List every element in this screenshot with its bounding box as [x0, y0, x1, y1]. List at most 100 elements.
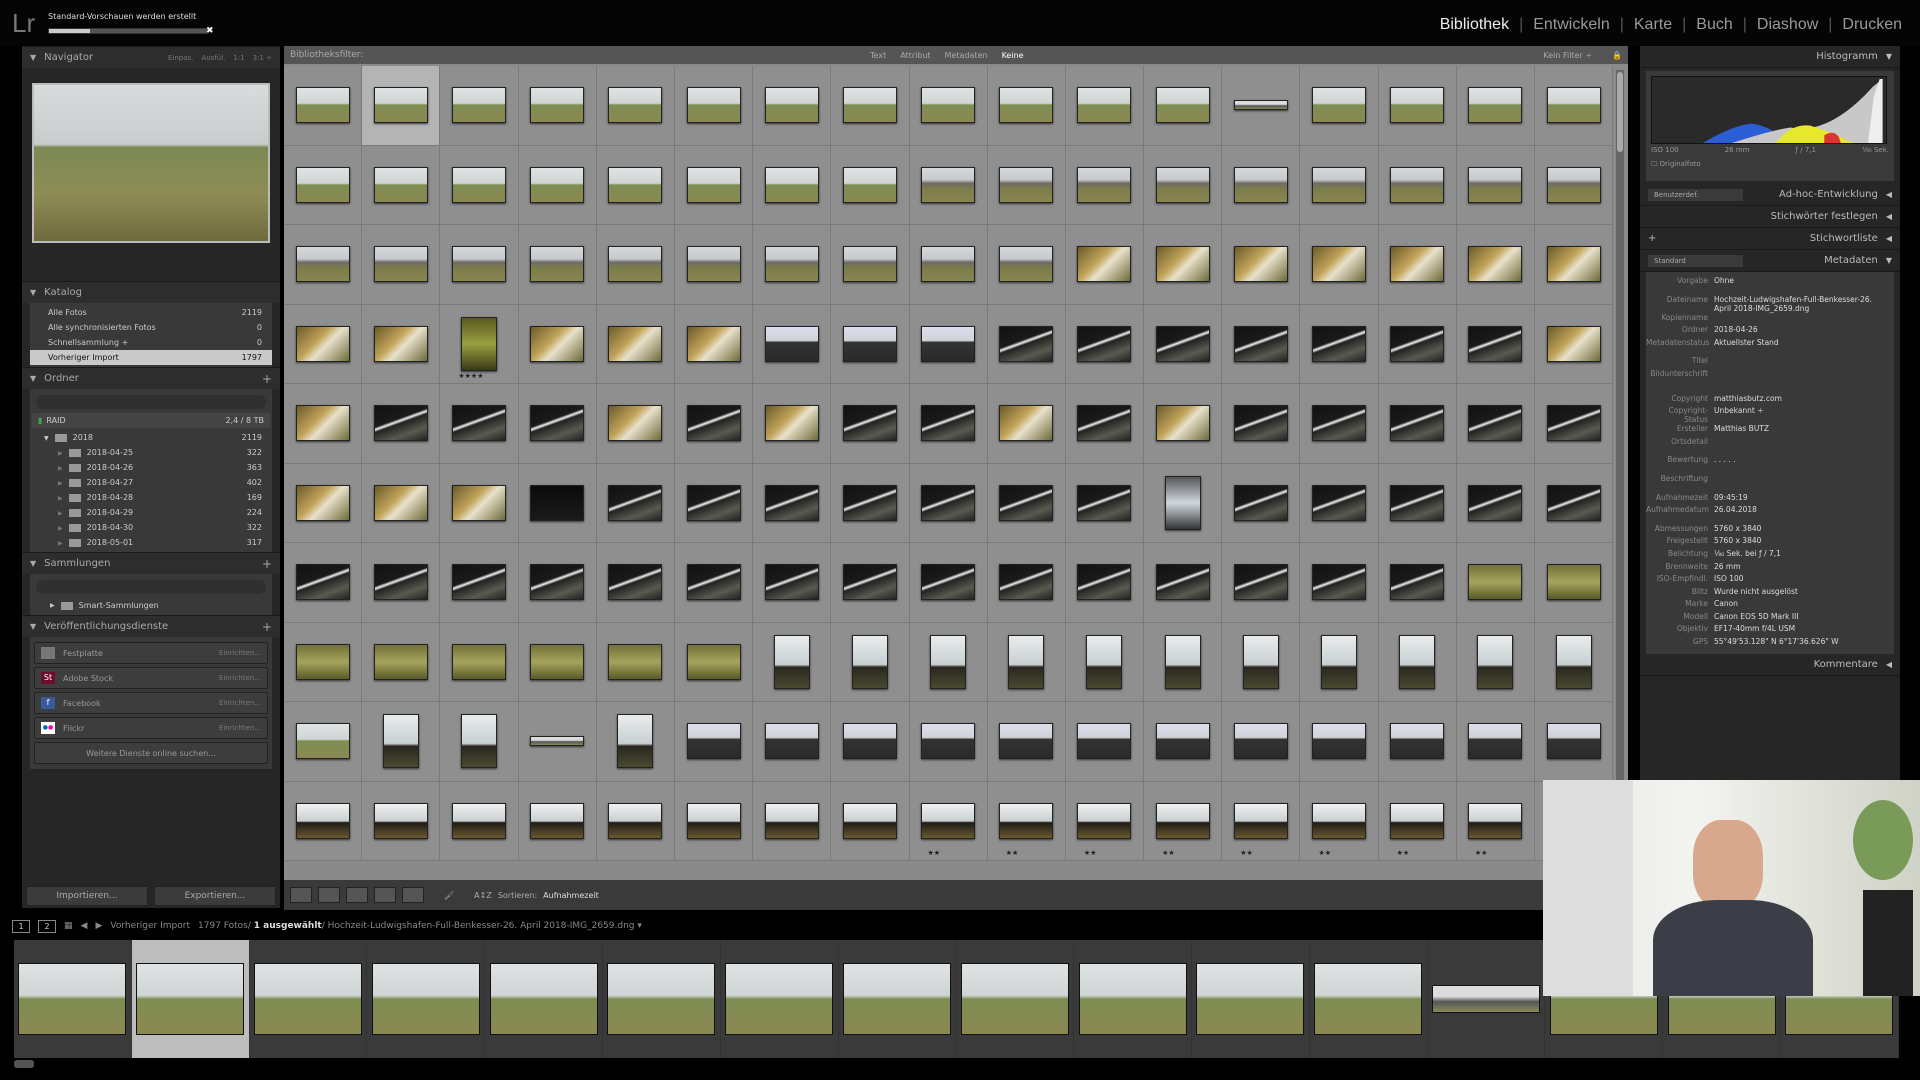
- photo-thumbnail[interactable]: [842, 484, 897, 521]
- filmstrip-source[interactable]: Vorheriger Import: [110, 921, 190, 931]
- volume-raid[interactable]: ▮ RAID 2,4 / 8 TB: [32, 413, 270, 428]
- main-window-button[interactable]: 1: [12, 919, 30, 933]
- sort-direction-icon[interactable]: A↕Z: [474, 891, 492, 900]
- grid-cell[interactable]: [1300, 702, 1379, 782]
- module-karte[interactable]: Karte: [1634, 16, 1672, 34]
- metadata-value[interactable]: Wurde nicht ausgelöst: [1714, 587, 1894, 596]
- grid-cell[interactable]: [518, 384, 597, 464]
- grid-cell[interactable]: [1535, 225, 1614, 305]
- metadata-value[interactable]: Ohne: [1714, 276, 1894, 285]
- photo-thumbnail[interactable]: [1077, 325, 1132, 362]
- grid-cell[interactable]: [831, 622, 910, 702]
- filmstrip-scrollbar[interactable]: [14, 1060, 34, 1068]
- grid-cell[interactable]: [753, 781, 832, 861]
- grid-cell[interactable]: [440, 145, 519, 225]
- navigator-preview[interactable]: [32, 83, 270, 243]
- grid-cell[interactable]: [284, 781, 363, 861]
- grid-cell[interactable]: [596, 384, 675, 464]
- photo-thumbnail[interactable]: [1390, 564, 1445, 601]
- grid-cell[interactable]: [1065, 304, 1145, 384]
- zoom-option[interactable]: 3:1 ÷: [253, 54, 272, 62]
- photo-thumbnail[interactable]: [686, 723, 741, 760]
- photo-thumbnail[interactable]: [686, 564, 741, 601]
- module-bibliothek[interactable]: Bibliothek: [1440, 16, 1509, 34]
- photo-thumbnail[interactable]: [999, 166, 1054, 203]
- folder-item[interactable]: ▶ 2018-04-29 224: [30, 505, 272, 520]
- grid-cell[interactable]: [1456, 622, 1535, 702]
- metadata-value[interactable]: matthiasbutz.com: [1714, 394, 1894, 403]
- filmstrip-thumbnail[interactable]: [607, 963, 716, 1035]
- photo-thumbnail[interactable]: [1546, 166, 1601, 203]
- metadata-value[interactable]: ¹⁄₈₀ Sek. bei ƒ / 7,1: [1714, 549, 1894, 558]
- photo-thumbnail[interactable]: [764, 405, 819, 442]
- grid-cell[interactable]: [831, 702, 910, 782]
- find-more-services-button[interactable]: Weitere Dienste online suchen...: [34, 742, 268, 764]
- photo-thumbnail[interactable]: [842, 166, 897, 203]
- grid-cell[interactable]: [753, 463, 832, 543]
- photo-thumbnail[interactable]: [295, 643, 350, 680]
- metadata-value[interactable]: 26 mm: [1714, 562, 1894, 571]
- back-arrow-icon[interactable]: ◀: [81, 921, 88, 931]
- metadata-value[interactable]: Canon EOS 5D Mark III: [1714, 612, 1894, 621]
- grid-cell[interactable]: [1065, 622, 1145, 702]
- grid-cell[interactable]: [1144, 702, 1223, 782]
- metadata-preset[interactable]: Standard: [1648, 254, 1743, 267]
- grid-cell[interactable]: [1300, 225, 1379, 305]
- grid-cell[interactable]: [596, 463, 675, 543]
- photo-thumbnail[interactable]: [295, 87, 350, 124]
- zoom-option[interactable]: 1:1: [233, 54, 244, 62]
- grid-cell[interactable]: [909, 145, 988, 225]
- filmstrip-thumbnail[interactable]: [1314, 963, 1423, 1035]
- export-button[interactable]: Exportieren...: [154, 886, 276, 906]
- photo-thumbnail[interactable]: [608, 564, 663, 601]
- grid-cell[interactable]: [987, 304, 1066, 384]
- photo-thumbnail[interactable]: [1086, 634, 1123, 689]
- filter-tab-text[interactable]: Text: [870, 51, 886, 60]
- grid-cell[interactable]: [987, 463, 1066, 543]
- survey-view-icon[interactable]: [374, 887, 396, 903]
- photo-thumbnail[interactable]: [1312, 405, 1367, 442]
- grid-cell[interactable]: [1065, 702, 1145, 782]
- metadata-value[interactable]: Matthias BUTZ: [1714, 424, 1894, 433]
- photo-thumbnail[interactable]: [530, 87, 585, 124]
- add-collection-icon[interactable]: +: [262, 557, 272, 571]
- photo-thumbnail[interactable]: [686, 643, 741, 680]
- filmstrip-thumbnail[interactable]: [1196, 963, 1305, 1035]
- photo-thumbnail[interactable]: [764, 723, 819, 760]
- keyword-list-header[interactable]: + Stichwortliste ◀: [1640, 228, 1900, 250]
- setup-link[interactable]: Einrichten...: [219, 674, 261, 682]
- grid-cell[interactable]: [753, 66, 832, 146]
- photo-thumbnail[interactable]: [451, 405, 506, 442]
- grid-scrollbar[interactable]: [1616, 70, 1624, 900]
- grid-cell[interactable]: [1378, 463, 1457, 543]
- grid-cell[interactable]: [1144, 225, 1223, 305]
- filmstrip-thumbnail[interactable]: [842, 963, 951, 1035]
- photo-thumbnail[interactable]: [921, 246, 976, 283]
- filmstrip-thumbnail[interactable]: [960, 963, 1069, 1035]
- photo-thumbnail[interactable]: [1077, 802, 1132, 839]
- photo-thumbnail[interactable]: [921, 723, 976, 760]
- filmstrip-cell[interactable]: [720, 940, 839, 1058]
- metadata-value[interactable]: . . . . .: [1714, 455, 1894, 464]
- photo-thumbnail[interactable]: [451, 564, 506, 601]
- photo-thumbnail[interactable]: [373, 643, 428, 680]
- filmstrip-thumbnail[interactable]: [18, 963, 127, 1035]
- quick-develop-header[interactable]: Benutzerdef. Ad-hoc-Entwicklung ◀: [1640, 184, 1900, 206]
- grid-cell[interactable]: [1144, 543, 1223, 623]
- photo-thumbnail[interactable]: [930, 634, 967, 689]
- filter-tab-attribut[interactable]: Attribut: [900, 51, 930, 60]
- setup-link[interactable]: Einrichten...: [219, 699, 261, 707]
- metadata-value[interactable]: 55°49'53.128" N 6°17'36.626" W: [1714, 637, 1894, 646]
- expand-icon[interactable]: ▶: [58, 495, 63, 502]
- photo-thumbnail[interactable]: [608, 405, 663, 442]
- photo-thumbnail[interactable]: [686, 484, 741, 521]
- grid-cell[interactable]: [987, 66, 1066, 146]
- add-folder-icon[interactable]: +: [262, 372, 272, 386]
- photo-thumbnail[interactable]: [1468, 723, 1523, 760]
- photo-thumbnail[interactable]: [530, 643, 585, 680]
- grid-cell[interactable]: [1065, 66, 1145, 146]
- photo-thumbnail[interactable]: [1164, 634, 1201, 689]
- filmstrip-filename[interactable]: / Hochzeit-Ludwigshafen-Full-Benkesser-2…: [322, 921, 642, 931]
- sort-dropdown[interactable]: Aufnahmezeit: [543, 891, 599, 900]
- grid-cell[interactable]: [362, 702, 441, 782]
